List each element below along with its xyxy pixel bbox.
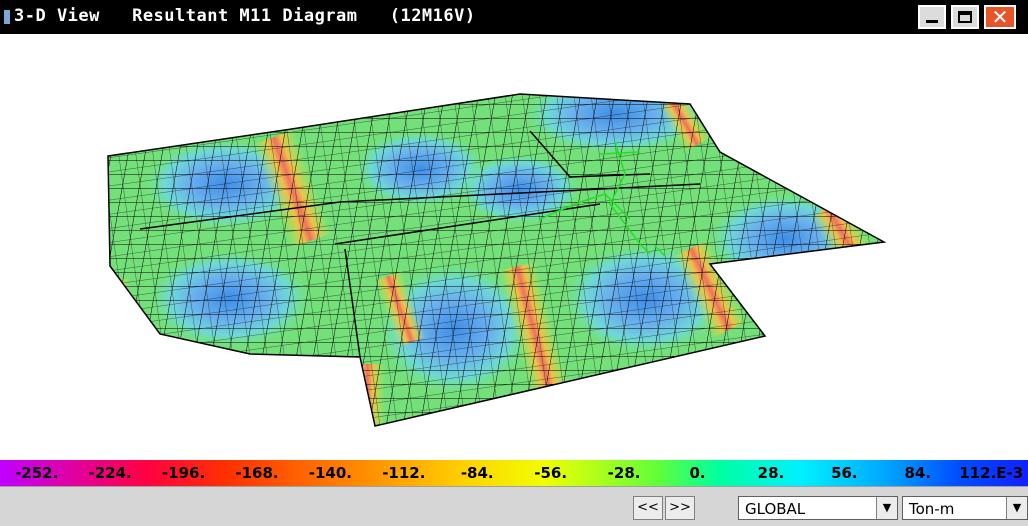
- legend-label: -168.: [235, 464, 279, 482]
- legend-label: -140.: [308, 464, 353, 482]
- minimize-button[interactable]: [918, 5, 946, 29]
- coord-system-select[interactable]: GLOBAL ▼: [738, 496, 898, 520]
- close-button[interactable]: ✕: [984, 5, 1016, 29]
- window-title: 3-D View Resultant M11 Diagram (12M16V): [14, 6, 476, 26]
- legend-label: -84.: [460, 464, 494, 482]
- legend-label: -252.: [15, 464, 59, 482]
- chevron-down-icon[interactable]: ▼: [1006, 497, 1027, 519]
- status-bar: << >> GLOBAL ▼ Ton-m ▼: [0, 486, 1028, 526]
- previous-button[interactable]: <<: [633, 496, 663, 520]
- contour-plot: [107, 93, 887, 427]
- coord-system-value: GLOBAL: [745, 500, 806, 518]
- legend-label: -196.: [161, 464, 206, 482]
- contour-legend: -252. -224. -196. -168. -140. -112. -84.…: [0, 460, 1028, 486]
- legend-label: 28.: [757, 464, 785, 482]
- plate-shells: [108, 94, 884, 426]
- maximize-button[interactable]: [951, 5, 979, 29]
- legend-label: -56.: [534, 464, 568, 482]
- app-icon: [4, 10, 10, 24]
- legend-label: -28.: [607, 464, 641, 482]
- units-select[interactable]: Ton-m ▼: [902, 496, 1028, 520]
- legend-label: -112.: [382, 464, 426, 482]
- legend-label: 0.: [689, 464, 706, 482]
- 3d-viewport[interactable]: [0, 34, 1028, 442]
- title-bar[interactable]: 3-D View Resultant M11 Diagram (12M16V) …: [0, 0, 1028, 34]
- close-icon: ✕: [991, 5, 1009, 29]
- legend-label: -224.: [88, 464, 132, 482]
- legend-label: 56.: [831, 464, 858, 482]
- legend-label: 84.: [904, 464, 932, 482]
- chevron-down-icon[interactable]: ▼: [876, 497, 897, 519]
- sap-window: 3-D View Resultant M11 Diagram (12M16V) …: [0, 0, 1028, 526]
- units-value: Ton-m: [909, 500, 955, 518]
- legend-label: 112.E-3: [959, 464, 1024, 482]
- next-button[interactable]: >>: [665, 496, 695, 520]
